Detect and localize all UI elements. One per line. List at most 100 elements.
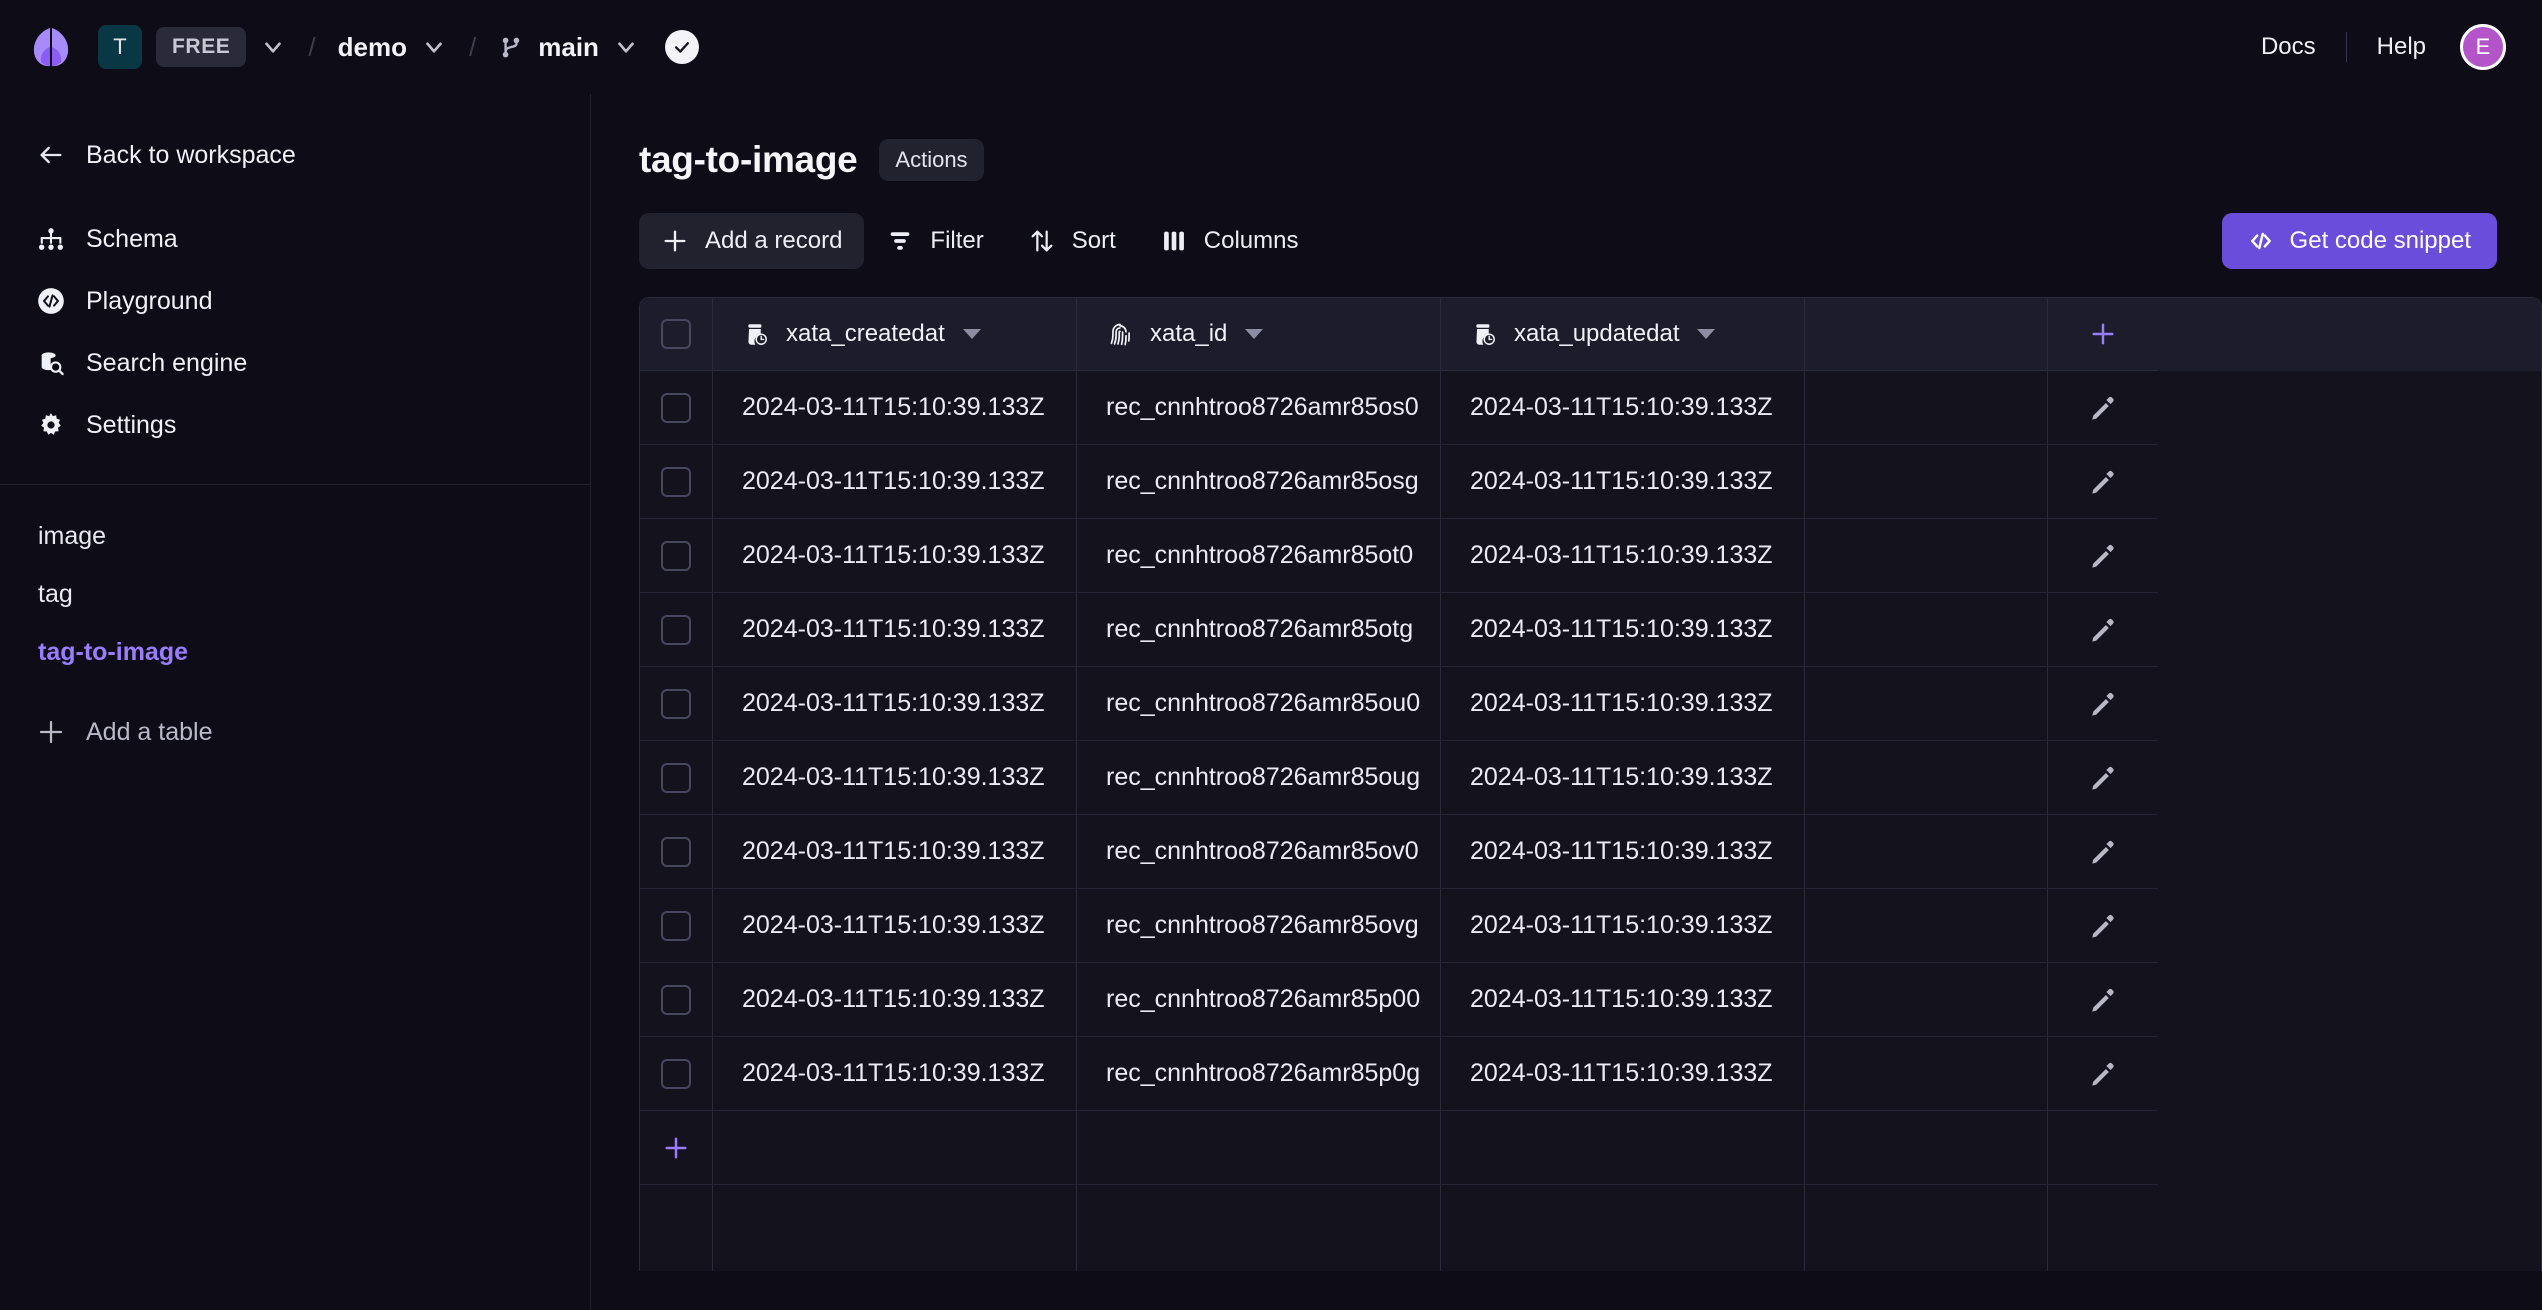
checkbox-icon[interactable] — [661, 393, 691, 423]
row-edit-button[interactable] — [2048, 889, 2158, 963]
row-select-cell[interactable] — [640, 889, 713, 963]
add-row-cell[interactable] — [640, 1111, 713, 1185]
workspace-badge[interactable]: T — [98, 25, 142, 69]
sidebar-item-playground[interactable]: Playground — [0, 270, 590, 332]
add-row[interactable] — [640, 1111, 2541, 1185]
cell-xata-updatedat[interactable]: 2024-03-11T15:10:39.133Z — [1441, 815, 1805, 889]
add-column-button[interactable] — [2048, 298, 2158, 371]
docs-link[interactable]: Docs — [2261, 33, 2316, 61]
actions-button[interactable]: Actions — [879, 139, 983, 181]
row-select-cell[interactable] — [640, 445, 713, 519]
checkbox-icon[interactable] — [661, 689, 691, 719]
sidebar-table-tag[interactable]: tag — [0, 565, 590, 623]
row-edit-button[interactable] — [2048, 519, 2158, 593]
row-edit-button[interactable] — [2048, 815, 2158, 889]
row-select-cell[interactable] — [640, 519, 713, 593]
cell-xata-updatedat[interactable]: 2024-03-11T15:10:39.133Z — [1441, 1037, 1805, 1111]
table-row[interactable]: 2024-03-11T15:10:39.133Zrec_cnnhtroo8726… — [640, 445, 2541, 519]
row-select-cell[interactable] — [640, 593, 713, 667]
table-row[interactable]: 2024-03-11T15:10:39.133Zrec_cnnhtroo8726… — [640, 1037, 2541, 1111]
checkbox-icon[interactable] — [661, 541, 691, 571]
cell-xata-id[interactable]: rec_cnnhtroo8726amr85otg — [1077, 593, 1441, 667]
cell-xata-updatedat[interactable]: 2024-03-11T15:10:39.133Z — [1441, 593, 1805, 667]
add-table-button[interactable]: Add a table — [0, 703, 590, 761]
cell-xata-createdat[interactable]: 2024-03-11T15:10:39.133Z — [713, 445, 1077, 519]
checkbox-icon[interactable] — [661, 615, 691, 645]
cell-xata-id[interactable]: rec_cnnhtroo8726amr85ou0 — [1077, 667, 1441, 741]
database-chevron-down-icon[interactable] — [421, 34, 447, 60]
cell-xata-createdat[interactable]: 2024-03-11T15:10:39.133Z — [713, 667, 1077, 741]
cell-xata-id[interactable]: rec_cnnhtroo8726amr85ovg — [1077, 889, 1441, 963]
user-avatar[interactable]: E — [2460, 24, 2506, 70]
table-row[interactable]: 2024-03-11T15:10:39.133Zrec_cnnhtroo8726… — [640, 519, 2541, 593]
table-row[interactable]: 2024-03-11T15:10:39.133Zrec_cnnhtroo8726… — [640, 815, 2541, 889]
cell-xata-id[interactable]: rec_cnnhtroo8726amr85os0 — [1077, 371, 1441, 445]
row-select-cell[interactable] — [640, 1037, 713, 1111]
breadcrumb-branch[interactable]: main — [498, 32, 599, 63]
table-row[interactable]: 2024-03-11T15:10:39.133Zrec_cnnhtroo8726… — [640, 667, 2541, 741]
cell-xata-updatedat[interactable]: 2024-03-11T15:10:39.133Z — [1441, 889, 1805, 963]
table-row[interactable]: 2024-03-11T15:10:39.133Zrec_cnnhtroo8726… — [640, 889, 2541, 963]
columns-button[interactable]: Columns — [1138, 213, 1321, 269]
caret-down-icon[interactable] — [1245, 329, 1263, 339]
table-row[interactable]: 2024-03-11T15:10:39.133Zrec_cnnhtroo8726… — [640, 741, 2541, 815]
cell-xata-id[interactable]: rec_cnnhtroo8726amr85p00 — [1077, 963, 1441, 1037]
row-edit-button[interactable] — [2048, 371, 2158, 445]
cell-xata-createdat[interactable]: 2024-03-11T15:10:39.133Z — [713, 519, 1077, 593]
get-code-snippet-button[interactable]: Get code snippet — [2222, 213, 2497, 269]
table-row[interactable]: 2024-03-11T15:10:39.133Zrec_cnnhtroo8726… — [640, 963, 2541, 1037]
cell-xata-createdat[interactable]: 2024-03-11T15:10:39.133Z — [713, 593, 1077, 667]
checkbox-icon[interactable] — [661, 467, 691, 497]
add-a-record-button[interactable]: Add a record — [639, 213, 864, 269]
select-all-cell[interactable] — [640, 298, 713, 371]
branch-status-check-circle-icon[interactable] — [665, 30, 699, 64]
cell-xata-createdat[interactable]: 2024-03-11T15:10:39.133Z — [713, 963, 1077, 1037]
row-select-cell[interactable] — [640, 371, 713, 445]
plan-badge[interactable]: FREE — [156, 27, 246, 67]
breadcrumb-database[interactable]: demo — [338, 32, 407, 63]
row-edit-button[interactable] — [2048, 741, 2158, 815]
sidebar-item-settings[interactable]: Settings — [0, 394, 590, 456]
sidebar-table-image[interactable]: image — [0, 507, 590, 565]
plan-chevron-down-icon[interactable] — [260, 34, 286, 60]
row-edit-button[interactable] — [2048, 445, 2158, 519]
cell-xata-createdat[interactable]: 2024-03-11T15:10:39.133Z — [713, 815, 1077, 889]
checkbox-icon[interactable] — [661, 837, 691, 867]
checkbox-icon[interactable] — [661, 763, 691, 793]
row-edit-button[interactable] — [2048, 963, 2158, 1037]
cell-xata-id[interactable]: rec_cnnhtroo8726amr85osg — [1077, 445, 1441, 519]
column-header-xata-id[interactable]: xata_id — [1077, 298, 1441, 371]
row-select-cell[interactable] — [640, 667, 713, 741]
checkbox-icon[interactable] — [661, 911, 691, 941]
row-edit-button[interactable] — [2048, 593, 2158, 667]
table-row[interactable]: 2024-03-11T15:10:39.133Zrec_cnnhtroo8726… — [640, 593, 2541, 667]
cell-xata-id[interactable]: rec_cnnhtroo8726amr85ov0 — [1077, 815, 1441, 889]
cell-xata-createdat[interactable]: 2024-03-11T15:10:39.133Z — [713, 1037, 1077, 1111]
cell-xata-id[interactable]: rec_cnnhtroo8726amr85ot0 — [1077, 519, 1441, 593]
checkbox-icon[interactable] — [661, 1059, 691, 1089]
sidebar-item-schema[interactable]: Schema — [0, 208, 590, 270]
cell-xata-updatedat[interactable]: 2024-03-11T15:10:39.133Z — [1441, 963, 1805, 1037]
cell-xata-updatedat[interactable]: 2024-03-11T15:10:39.133Z — [1441, 741, 1805, 815]
caret-down-icon[interactable] — [1697, 329, 1715, 339]
cell-xata-id[interactable]: rec_cnnhtroo8726amr85p0g — [1077, 1037, 1441, 1111]
checkbox-icon[interactable] — [661, 985, 691, 1015]
cell-xata-createdat[interactable]: 2024-03-11T15:10:39.133Z — [713, 741, 1077, 815]
sidebar-item-search-engine[interactable]: Search engine — [0, 332, 590, 394]
cell-xata-createdat[interactable]: 2024-03-11T15:10:39.133Z — [713, 889, 1077, 963]
sidebar-table-tag-to-image[interactable]: tag-to-image — [0, 623, 590, 681]
row-select-cell[interactable] — [640, 741, 713, 815]
xata-butterfly-logo-icon[interactable] — [30, 25, 72, 69]
row-edit-button[interactable] — [2048, 667, 2158, 741]
checkbox-icon[interactable] — [661, 319, 691, 349]
column-header-xata-updatedat[interactable]: xata_updatedat — [1441, 298, 1805, 371]
caret-down-icon[interactable] — [963, 329, 981, 339]
row-edit-button[interactable] — [2048, 1037, 2158, 1111]
sidebar-item-back-to-workspace[interactable]: Back to workspace — [0, 124, 590, 186]
column-header-xata-createdat[interactable]: xata_createdat — [713, 298, 1077, 371]
table-row[interactable]: 2024-03-11T15:10:39.133Zrec_cnnhtroo8726… — [640, 371, 2541, 445]
branch-chevron-down-icon[interactable] — [613, 34, 639, 60]
help-link[interactable]: Help — [2377, 33, 2426, 61]
row-select-cell[interactable] — [640, 815, 713, 889]
cell-xata-createdat[interactable]: 2024-03-11T15:10:39.133Z — [713, 371, 1077, 445]
